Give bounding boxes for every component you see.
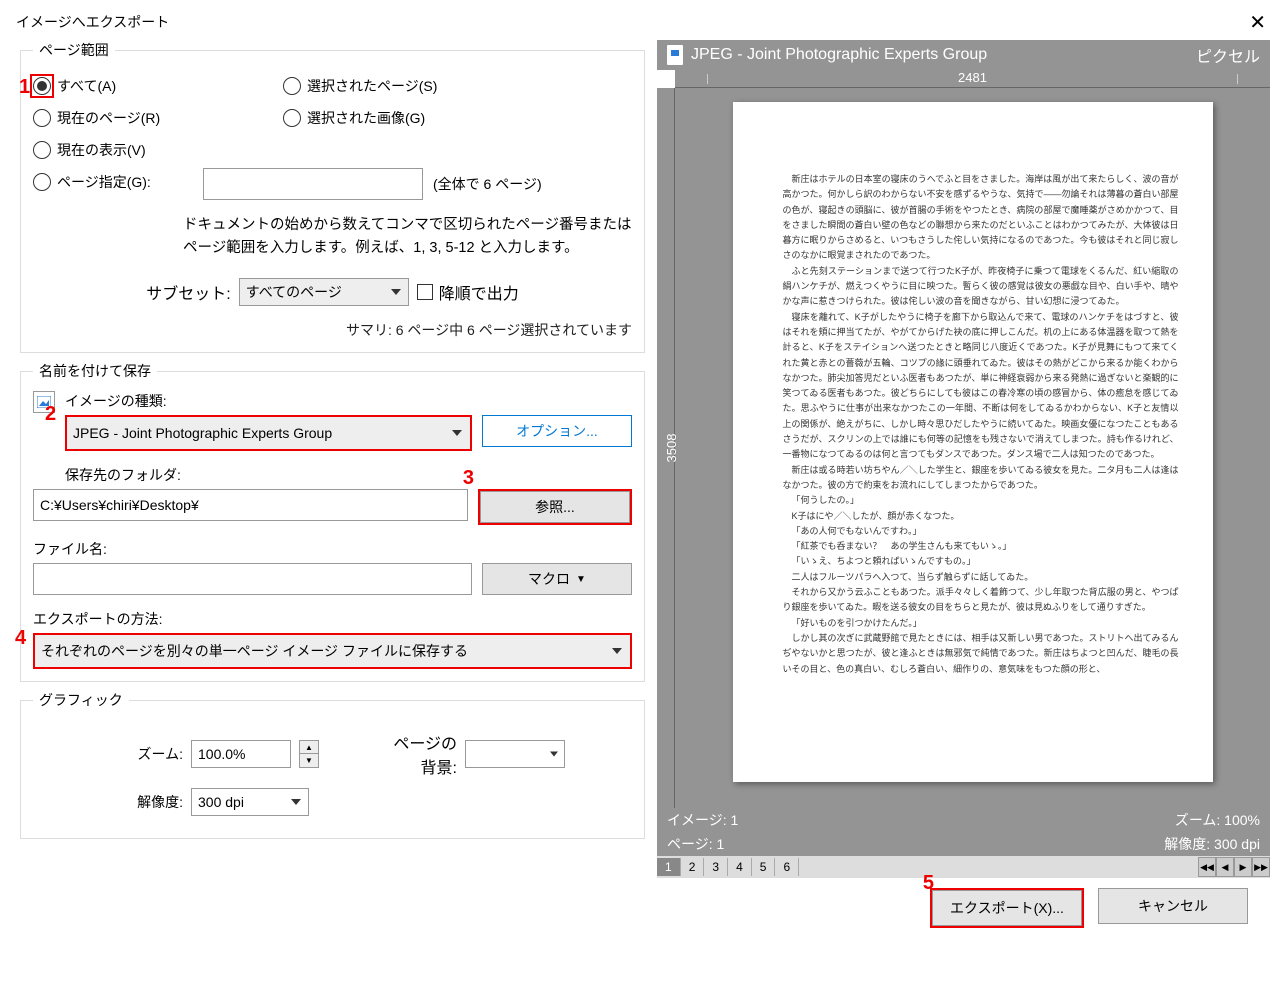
page-range-legend: ページ範囲 bbox=[33, 40, 115, 60]
nav-last-icon[interactable]: ▶▶ bbox=[1252, 857, 1270, 877]
ruler-height: 3508 bbox=[664, 434, 679, 463]
zoom-label: ズーム: bbox=[33, 744, 183, 764]
nav-next-icon[interactable]: ▶ bbox=[1234, 857, 1252, 877]
ruler-width: 2481 bbox=[958, 70, 987, 85]
radio-selected-pages[interactable] bbox=[283, 77, 307, 95]
preview-header: JPEG - Joint Photographic Experts Group … bbox=[657, 40, 1270, 70]
browse-button[interactable]: 参照... bbox=[480, 491, 630, 523]
spinner-down-icon[interactable]: ▼ bbox=[300, 754, 318, 767]
nav-first-icon[interactable]: ◀◀ bbox=[1198, 857, 1216, 877]
page-tab-1[interactable]: 1 bbox=[657, 858, 681, 876]
zoom-spinner[interactable]: ▲ ▼ bbox=[299, 740, 319, 768]
preview-status-2: ページ: 1 解像度: 300 dpi bbox=[657, 832, 1270, 856]
image-type-label: イメージの種類: bbox=[65, 391, 632, 411]
radio-selected-images-label: 選択された画像(G) bbox=[307, 108, 425, 128]
marker-5: 5 bbox=[923, 872, 934, 895]
radio-selected-pages-label: 選択されたページ(S) bbox=[307, 76, 437, 96]
bg-color-picker[interactable] bbox=[465, 740, 565, 768]
radio-page-spec-label: ページ指定(G): bbox=[57, 172, 151, 192]
radio-current-view[interactable] bbox=[33, 141, 57, 159]
page-summary: サマリ: 6 ページ中 6 ページ選択されています bbox=[33, 320, 632, 340]
page-tab-4[interactable]: 4 bbox=[728, 858, 752, 876]
folder-input[interactable] bbox=[33, 489, 468, 521]
nav-prev-icon[interactable]: ◀ bbox=[1216, 857, 1234, 877]
preview-viewport: 新庄はホテルの日本室の寝床のうへでふと目をさました。海岸は風が出て来たらしく、波… bbox=[675, 88, 1270, 808]
bg-label: ページの背景: bbox=[387, 730, 457, 778]
options-button[interactable]: オプション... bbox=[482, 415, 632, 447]
descending-label: 降順で出力 bbox=[439, 280, 519, 304]
filename-input[interactable] bbox=[33, 563, 472, 595]
subset-label: サブセット: bbox=[146, 280, 230, 304]
chevron-down-icon: ▼ bbox=[576, 574, 586, 585]
page-spec-input[interactable] bbox=[203, 168, 423, 200]
preview-page: 新庄はホテルの日本室の寝床のうへでふと目をさました。海岸は風が出て来たらしく、波… bbox=[733, 102, 1213, 782]
macro-button[interactable]: マクロ ▼ bbox=[482, 563, 632, 595]
page-spec-help: ドキュメントの始めから数えてコンマで区切られたページ番号またはページ範囲を入力し… bbox=[183, 214, 632, 260]
close-icon[interactable]: ✕ bbox=[1249, 10, 1266, 35]
image-type-select[interactable]: JPEG - Joint Photographic Experts Group bbox=[67, 417, 470, 449]
graphics-group: グラフィック ズーム: ▲ ▼ ページの背景: 解像度: 300 dpi bbox=[20, 690, 645, 839]
subset-select[interactable]: すべてのページ bbox=[239, 278, 409, 306]
status-res: 解像度: 300 dpi bbox=[1164, 834, 1260, 854]
radio-selected-images[interactable] bbox=[283, 109, 307, 127]
preview-status-1: イメージ: 1 ズーム: 100% bbox=[657, 808, 1270, 832]
radio-current-view-label: 現在の表示(V) bbox=[57, 140, 146, 160]
resolution-select[interactable]: 300 dpi bbox=[191, 788, 309, 816]
marker-3: 3 bbox=[463, 467, 474, 490]
radio-all-label: すべて(A) bbox=[57, 76, 116, 96]
page-range-group: ページ範囲 1 すべて(A) 現在のペ bbox=[20, 40, 645, 353]
status-page: ページ: 1 bbox=[667, 834, 724, 854]
export-button[interactable]: エクスポート(X)... bbox=[932, 890, 1082, 926]
filename-label: ファイル名: bbox=[33, 539, 632, 559]
radio-page-spec[interactable] bbox=[33, 173, 57, 191]
page-tab-6[interactable]: 6 bbox=[775, 858, 799, 876]
dialog-title: イメージへエクスポート bbox=[0, 0, 1288, 32]
export-method-select[interactable]: それぞれのページを別々の単一ページ イメージ ファイルに保存する bbox=[35, 635, 630, 667]
save-as-group: 名前を付けて保存 2 イメージの種類: JPEG - Joint Photogr… bbox=[20, 361, 645, 682]
page-tab-3[interactable]: 3 bbox=[704, 858, 728, 876]
marker-4: 4 bbox=[15, 627, 26, 650]
graphics-legend: グラフィック bbox=[33, 690, 129, 710]
status-zoom: ズーム: 100% bbox=[1175, 810, 1260, 830]
zoom-input[interactable] bbox=[191, 740, 291, 768]
preview-unit: ピクセル bbox=[1196, 43, 1260, 67]
total-pages-label: (全体で 6 ページ) bbox=[433, 174, 542, 194]
marker-1: 1 bbox=[19, 76, 30, 99]
page-tab-2[interactable]: 2 bbox=[681, 858, 705, 876]
ruler-vertical: 3508 bbox=[657, 88, 675, 808]
page-tab-5[interactable]: 5 bbox=[752, 858, 776, 876]
preview-title: JPEG - Joint Photographic Experts Group bbox=[691, 46, 987, 64]
radio-current-page[interactable] bbox=[33, 109, 57, 127]
radio-current-page-label: 現在のページ(R) bbox=[57, 108, 160, 128]
folder-label: 保存先のフォルダ: bbox=[65, 465, 632, 485]
marker-2: 2 bbox=[45, 403, 56, 426]
page-tabs: 1 2 3 4 5 6 ◀◀ ◀ ▶ ▶▶ bbox=[657, 856, 1270, 878]
cancel-button[interactable]: キャンセル bbox=[1098, 888, 1248, 924]
status-image: イメージ: 1 bbox=[667, 810, 738, 830]
save-as-legend: 名前を付けて保存 bbox=[33, 361, 157, 381]
export-method-label: エクスポートの方法: bbox=[33, 609, 632, 629]
document-icon bbox=[667, 45, 683, 65]
res-label: 解像度: bbox=[33, 792, 183, 812]
descending-checkbox[interactable]: 降順で出力 bbox=[417, 280, 519, 304]
spinner-up-icon[interactable]: ▲ bbox=[300, 741, 318, 754]
ruler-horizontal: 2481 bbox=[675, 70, 1270, 88]
